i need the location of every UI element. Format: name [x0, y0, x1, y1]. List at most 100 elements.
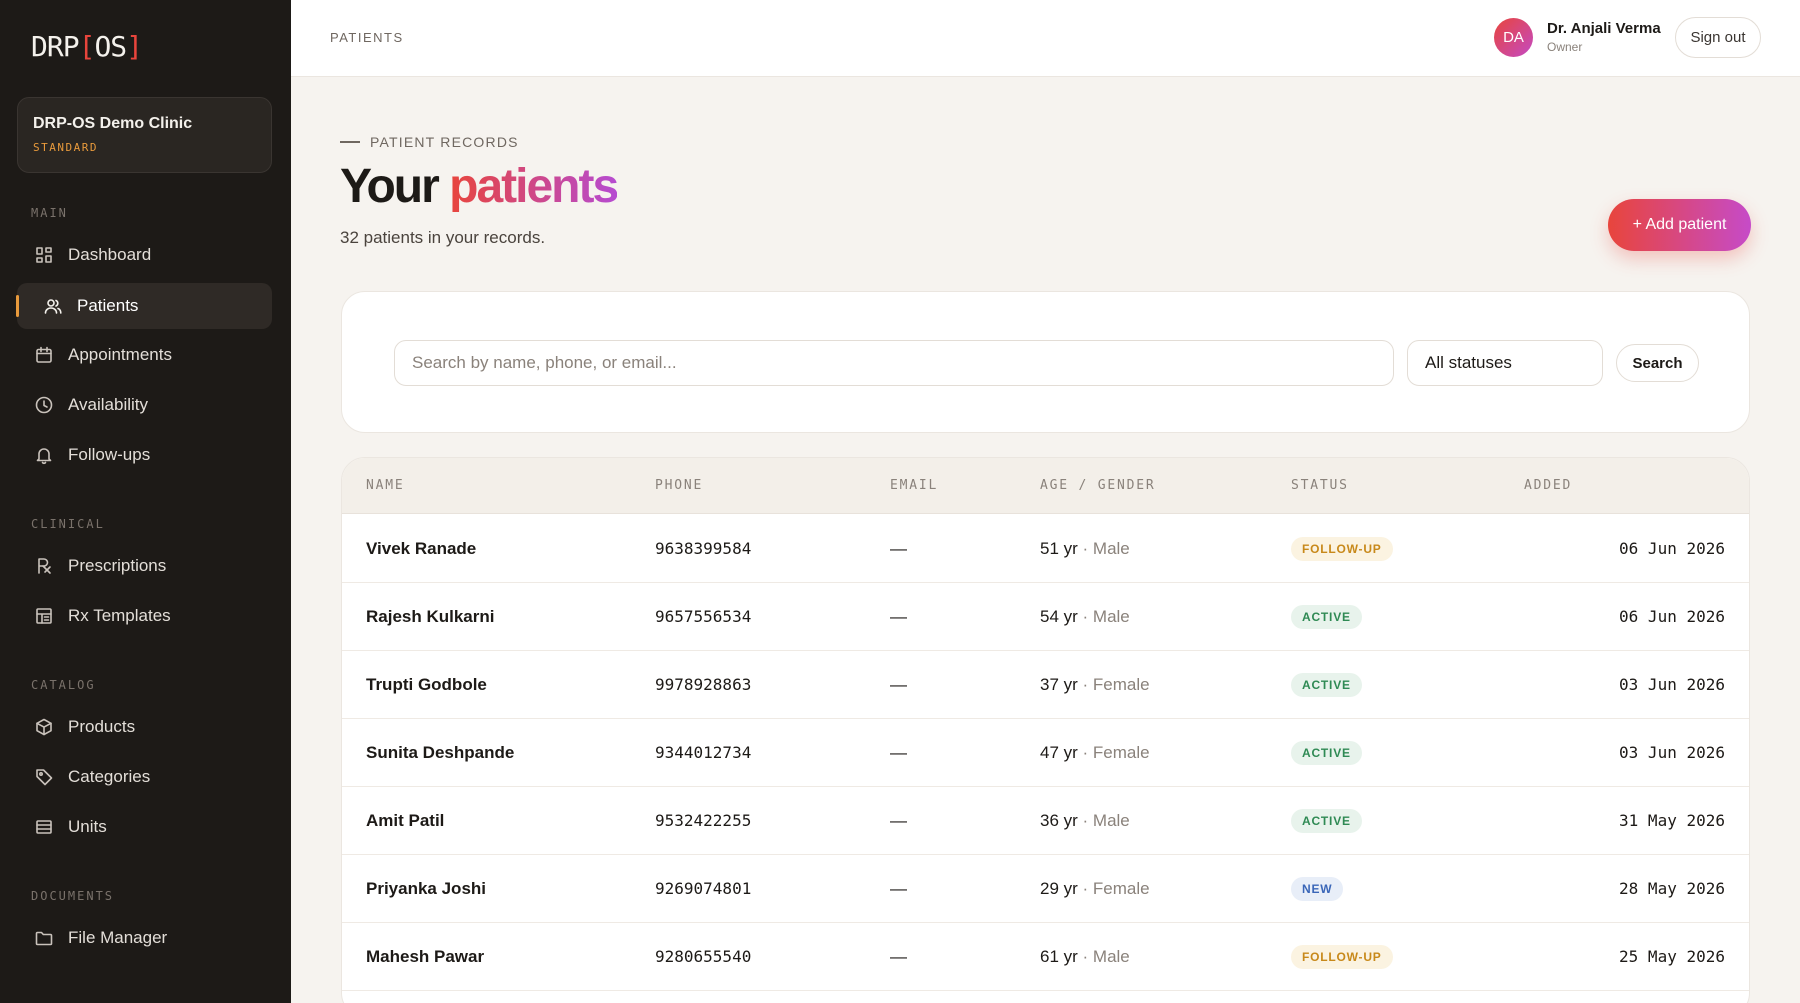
separator-dot: · [1077, 811, 1093, 830]
sidebar-item-categories[interactable]: Categories [17, 754, 272, 800]
sidebar-item-products[interactable]: Products [17, 704, 272, 750]
sidebar-item-label: Dashboard [68, 245, 152, 264]
patient-name[interactable]: Trupti Godbole [366, 675, 487, 695]
section-label-clinical: CLINICAL [31, 517, 105, 531]
status-badge: ACTIVE [1291, 809, 1362, 833]
column-header-age-gender[interactable]: AGE / GENDER [1040, 478, 1156, 493]
logo-bracket-close: ] [126, 30, 143, 63]
patient-name[interactable]: Sunita Deshpande [366, 743, 514, 763]
table-row[interactable]: Priyanka Joshi 9269074801 — 29 yr · Fema… [342, 855, 1749, 923]
table-header: NAME PHONE EMAIL AGE / GENDER STATUS ADD… [342, 458, 1749, 514]
column-header-added[interactable]: ADDED [1524, 478, 1572, 493]
separator-dot: · [1077, 539, 1093, 558]
column-header-phone[interactable]: PHONE [655, 478, 703, 493]
table-row[interactable]: Sunita Deshpande 9344012734 — 47 yr · Fe… [342, 719, 1749, 787]
box-icon [34, 717, 54, 737]
column-header-name[interactable]: NAME [366, 478, 405, 493]
search-input[interactable] [394, 340, 1394, 386]
column-header-email[interactable]: EMAIL [890, 478, 938, 493]
separator-dot: · [1077, 743, 1093, 762]
template-icon [34, 606, 54, 626]
patient-gender: Male [1092, 539, 1130, 558]
patient-name[interactable]: Amit Patil [366, 811, 444, 831]
patient-gender: Male [1092, 607, 1130, 626]
sidebar-item-rx-templates[interactable]: Rx Templates [17, 593, 272, 639]
clinic-name: DRP-OS Demo Clinic [33, 115, 193, 132]
separator-dot: · [1077, 879, 1093, 898]
sidebar-item-file-manager[interactable]: File Manager [17, 915, 272, 961]
patient-added-date: 03 Jun 2026 [1619, 675, 1725, 694]
patient-added-date: 06 Jun 2026 [1619, 607, 1725, 626]
logo-text: DRP [31, 30, 80, 63]
patient-phone: 9978928863 [655, 675, 752, 694]
patient-email: — [890, 539, 907, 558]
breadcrumb: PATIENTS [330, 30, 404, 45]
patient-gender: Male [1092, 811, 1130, 830]
patient-phone: 9269074801 [655, 879, 752, 898]
table-row[interactable]: Vivek Ranade 9638399584 — 51 yr · Male F… [342, 515, 1749, 583]
avatar[interactable]: DA [1494, 18, 1533, 57]
patient-phone: 9532422255 [655, 811, 752, 830]
patient-age: 54 yr [1040, 607, 1078, 626]
sidebar-item-appointments[interactable]: Appointments [17, 332, 272, 378]
patient-email: — [890, 607, 907, 626]
patient-gender: Male [1092, 947, 1130, 966]
patient-name[interactable]: Rajesh Kulkarni [366, 607, 495, 627]
sidebar-item-availability[interactable]: Availability [17, 382, 272, 428]
table-row[interactable]: Amit Patil 9532422255 — 36 yr · Male ACT… [342, 787, 1749, 855]
sidebar-item-label: File Manager [68, 928, 168, 947]
patient-name[interactable]: Priyanka Joshi [366, 879, 486, 899]
rx-icon [34, 556, 54, 576]
column-header-status[interactable]: STATUS [1291, 478, 1349, 493]
separator-dot: · [1077, 675, 1093, 694]
sign-out-button[interactable]: Sign out [1675, 17, 1761, 58]
status-badge: NEW [1291, 877, 1344, 901]
patient-added-date: 31 May 2026 [1619, 811, 1725, 830]
sidebar-item-label: Appointments [68, 345, 172, 364]
status-badge: ACTIVE [1291, 673, 1362, 697]
patient-age-gender: 29 yr · Female [1040, 879, 1150, 899]
clinic-switcher[interactable]: DRP-OS Demo Clinic STANDARD [17, 97, 272, 173]
status-filter-select[interactable]: All statuses [1407, 340, 1603, 386]
patient-email: — [890, 743, 907, 762]
sidebar-item-patients[interactable]: Patients [16, 283, 272, 329]
sidebar-item-followups[interactable]: Follow-ups [17, 432, 272, 478]
sidebar-item-label: Rx Templates [68, 606, 171, 625]
search-button[interactable]: Search [1616, 344, 1699, 382]
patient-added-date: 06 Jun 2026 [1619, 539, 1725, 558]
patient-age-gender: 36 yr · Male [1040, 811, 1130, 831]
section-label-documents: DOCUMENTS [31, 889, 115, 903]
patient-name[interactable]: Mahesh Pawar [366, 947, 484, 967]
patient-age: 61 yr [1040, 947, 1078, 966]
grid-icon [34, 245, 54, 265]
patient-name[interactable]: Vivek Ranade [366, 539, 476, 559]
user-name: Dr. Anjali Verma [1547, 20, 1661, 37]
search-panel: All statuses Search [341, 291, 1750, 433]
patient-email: — [890, 811, 907, 830]
units-icon [34, 817, 54, 837]
table-row[interactable]: Trupti Godbole 9978928863 — 37 yr · Fema… [342, 651, 1749, 719]
tag-icon [34, 767, 54, 787]
status-badge: FOLLOW-UP [1291, 537, 1393, 561]
table-row[interactable]: Mahesh Pawar 9280655540 — 61 yr · Male F… [342, 923, 1749, 991]
patient-added-date: 25 May 2026 [1619, 947, 1725, 966]
patient-added-date: 03 Jun 2026 [1619, 743, 1725, 762]
folder-icon [34, 928, 54, 948]
patients-table: NAME PHONE EMAIL AGE / GENDER STATUS ADD… [341, 457, 1750, 1003]
sidebar-item-label: Categories [68, 767, 151, 786]
sidebar-item-units[interactable]: Units [17, 804, 272, 850]
patient-phone: 9657556534 [655, 607, 752, 626]
app-logo[interactable]: DRP[OS] [31, 30, 143, 63]
users-icon [43, 296, 63, 316]
sidebar-item-prescriptions[interactable]: Prescriptions [17, 543, 272, 589]
sidebar: DRP[OS] DRP-OS Demo Clinic STANDARD MAIN… [0, 0, 291, 1003]
top-bar: PATIENTS DA Dr. Anjali Verma Owner Sign … [291, 0, 1800, 77]
bell-icon [34, 445, 54, 465]
add-patient-button[interactable]: + Add patient [1608, 199, 1751, 251]
table-row[interactable]: Rajesh Kulkarni 9657556534 — 54 yr · Mal… [342, 583, 1749, 651]
patient-age: 47 yr [1040, 743, 1078, 762]
sidebar-item-label: Products [68, 717, 136, 736]
sidebar-item-dashboard[interactable]: Dashboard [17, 232, 272, 278]
patient-age: 51 yr [1040, 539, 1078, 558]
patient-age-gender: 61 yr · Male [1040, 947, 1130, 967]
